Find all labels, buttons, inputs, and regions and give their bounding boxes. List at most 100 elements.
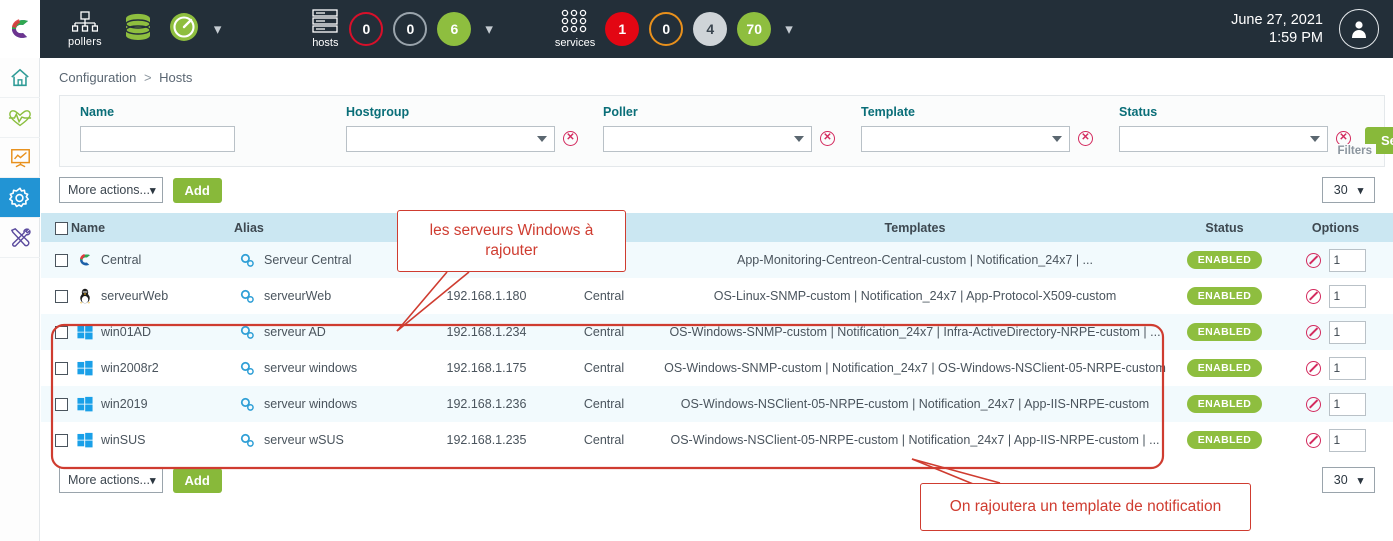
database-icon[interactable] xyxy=(122,11,154,48)
row-checkbox-cell[interactable] xyxy=(41,350,71,386)
row-checkbox-cell[interactable] xyxy=(41,422,71,458)
disable-icon[interactable] xyxy=(1306,325,1321,340)
row-checkbox[interactable] xyxy=(55,362,68,375)
hosts-up-badge[interactable]: 6 xyxy=(437,12,471,46)
avatar[interactable] xyxy=(1339,9,1379,49)
column-header-templates[interactable]: Templates xyxy=(659,213,1171,242)
reporting-board-icon xyxy=(9,147,32,169)
host-alias: serveur windows xyxy=(264,397,357,411)
row-name-cell: serveurWeb xyxy=(71,278,234,314)
select-all-checkbox[interactable] xyxy=(55,222,68,235)
host-name[interactable]: Central xyxy=(101,253,141,267)
services-ok-badge[interactable]: 70 xyxy=(737,12,771,46)
row-checkbox-cell[interactable] xyxy=(41,314,71,350)
search-input-name[interactable] xyxy=(80,126,235,152)
duplicate-count-input[interactable] xyxy=(1329,357,1366,380)
hosts-chevron-down-icon[interactable]: ▾ xyxy=(485,22,493,37)
host-name[interactable]: win01AD xyxy=(101,325,151,339)
host-templates: OS-Windows-NSClient-05-NRPE-custom | Not… xyxy=(659,386,1171,422)
row-checkbox[interactable] xyxy=(55,398,68,411)
top-navigation-bar: pollers ▾ xyxy=(40,0,1393,58)
centreon-logo[interactable] xyxy=(0,0,40,58)
main-content: Configuration > Hosts Name Hostgroup xyxy=(41,58,1393,541)
filter-name-label: Name xyxy=(80,105,235,119)
clear-hostgroup-icon[interactable]: ✕ xyxy=(563,131,578,146)
disable-icon[interactable] xyxy=(1306,361,1321,376)
disable-icon[interactable] xyxy=(1306,253,1321,268)
row-checkbox[interactable] xyxy=(55,434,68,447)
services-critical-badge[interactable]: 1 xyxy=(605,12,639,46)
host-ip: 192.168.1.180 xyxy=(424,278,549,314)
centreon-logo-icon xyxy=(7,16,33,42)
column-header-status[interactable]: Status xyxy=(1171,213,1278,242)
duplicate-count-input[interactable] xyxy=(1329,321,1366,344)
table-row[interactable]: winSUS serveur wSUS 192.168.1.235 xyxy=(41,422,1393,458)
row-checkbox[interactable] xyxy=(55,290,68,303)
table-row[interactable]: win01AD serveur AD 192.168.1.234 xyxy=(41,314,1393,350)
duplicate-count-input[interactable] xyxy=(1329,249,1366,272)
disable-icon[interactable] xyxy=(1306,289,1321,304)
host-ip: 192.168.1.175 xyxy=(424,350,549,386)
column-header-options[interactable]: Options xyxy=(1278,213,1393,242)
sidebar-item-monitoring[interactable] xyxy=(0,98,40,138)
host-name[interactable]: win2008r2 xyxy=(101,361,159,375)
breadcrumb-root[interactable]: Configuration xyxy=(59,70,136,85)
hosts-down-badge[interactable]: 0 xyxy=(349,12,383,46)
select-all-checkbox-cell[interactable] xyxy=(41,213,71,242)
pollers-indicator[interactable]: pollers xyxy=(68,11,102,48)
sidebar-item-configuration[interactable] xyxy=(0,178,40,218)
chevron-down-icon[interactable]: ▾ xyxy=(214,22,222,37)
sidebar-item-administration[interactable] xyxy=(0,218,40,258)
gauge-icon[interactable] xyxy=(168,11,200,48)
row-checkbox-cell[interactable] xyxy=(41,278,71,314)
more-actions-select-top[interactable]: More actions... ▾ xyxy=(59,177,163,203)
hosts-unreachable-badge[interactable]: 0 xyxy=(393,12,427,46)
duplicate-count-input[interactable] xyxy=(1329,429,1366,452)
chevron-down-icon xyxy=(537,136,547,142)
gears-icon xyxy=(240,253,255,268)
host-name[interactable]: win2019 xyxy=(101,397,148,411)
status-badge: ENABLED xyxy=(1187,359,1263,377)
table-row[interactable]: Central Serveur Central xyxy=(41,242,1393,278)
row-checkbox-cell[interactable] xyxy=(41,242,71,278)
user-avatar-icon xyxy=(1347,17,1371,41)
table-row[interactable]: serveurWeb serveurWeb 192.168.1.180 xyxy=(41,278,1393,314)
poller-select[interactable] xyxy=(603,126,812,152)
clear-poller-icon[interactable]: ✕ xyxy=(820,131,835,146)
home-icon xyxy=(9,67,31,89)
host-name[interactable]: serveurWeb xyxy=(101,289,168,303)
table-row[interactable]: win2019 serveur windows 192.168.1.236 xyxy=(41,386,1393,422)
more-actions-select-bottom[interactable]: More actions... ▾ xyxy=(59,467,163,493)
page-size-select-bottom[interactable]: 30 ▾ xyxy=(1322,467,1375,493)
duplicate-count-input[interactable] xyxy=(1329,393,1366,416)
services-warning-badge[interactable]: 0 xyxy=(649,12,683,46)
windows-logo-icon xyxy=(77,432,93,448)
page-size-value: 30 xyxy=(1334,183,1348,197)
status-select[interactable] xyxy=(1119,126,1328,152)
add-button-top[interactable]: Add xyxy=(173,178,222,203)
template-select[interactable] xyxy=(861,126,1070,152)
host-name[interactable]: winSUS xyxy=(101,433,145,447)
services-chevron-down-icon[interactable]: ▾ xyxy=(785,22,793,37)
services-status-group: services 1 0 4 70 ▾ xyxy=(555,9,793,49)
row-alias-cell: Serveur Central xyxy=(234,242,424,278)
column-header-alias[interactable]: Alias xyxy=(234,213,424,242)
clear-template-icon[interactable]: ✕ xyxy=(1078,131,1093,146)
sidebar-item-reporting[interactable] xyxy=(0,138,40,178)
duplicate-count-input[interactable] xyxy=(1329,285,1366,308)
filters-tab-label[interactable]: Filters xyxy=(1333,144,1376,158)
row-checkbox-cell[interactable] xyxy=(41,386,71,422)
row-checkbox[interactable] xyxy=(55,326,68,339)
services-unknown-badge[interactable]: 4 xyxy=(693,12,727,46)
page-size-select-top[interactable]: 30 ▾ xyxy=(1322,177,1375,203)
disable-icon[interactable] xyxy=(1306,397,1321,412)
tools-icon xyxy=(9,226,32,249)
sidebar-item-home[interactable] xyxy=(0,58,40,98)
status-badge: ENABLED xyxy=(1187,395,1263,413)
column-header-name[interactable]: Name xyxy=(71,213,234,242)
disable-icon[interactable] xyxy=(1306,433,1321,448)
table-row[interactable]: win2008r2 serveur windows 192.168.1.175 xyxy=(41,350,1393,386)
hostgroup-select[interactable] xyxy=(346,126,555,152)
add-button-bottom[interactable]: Add xyxy=(173,468,222,493)
row-checkbox[interactable] xyxy=(55,254,68,267)
